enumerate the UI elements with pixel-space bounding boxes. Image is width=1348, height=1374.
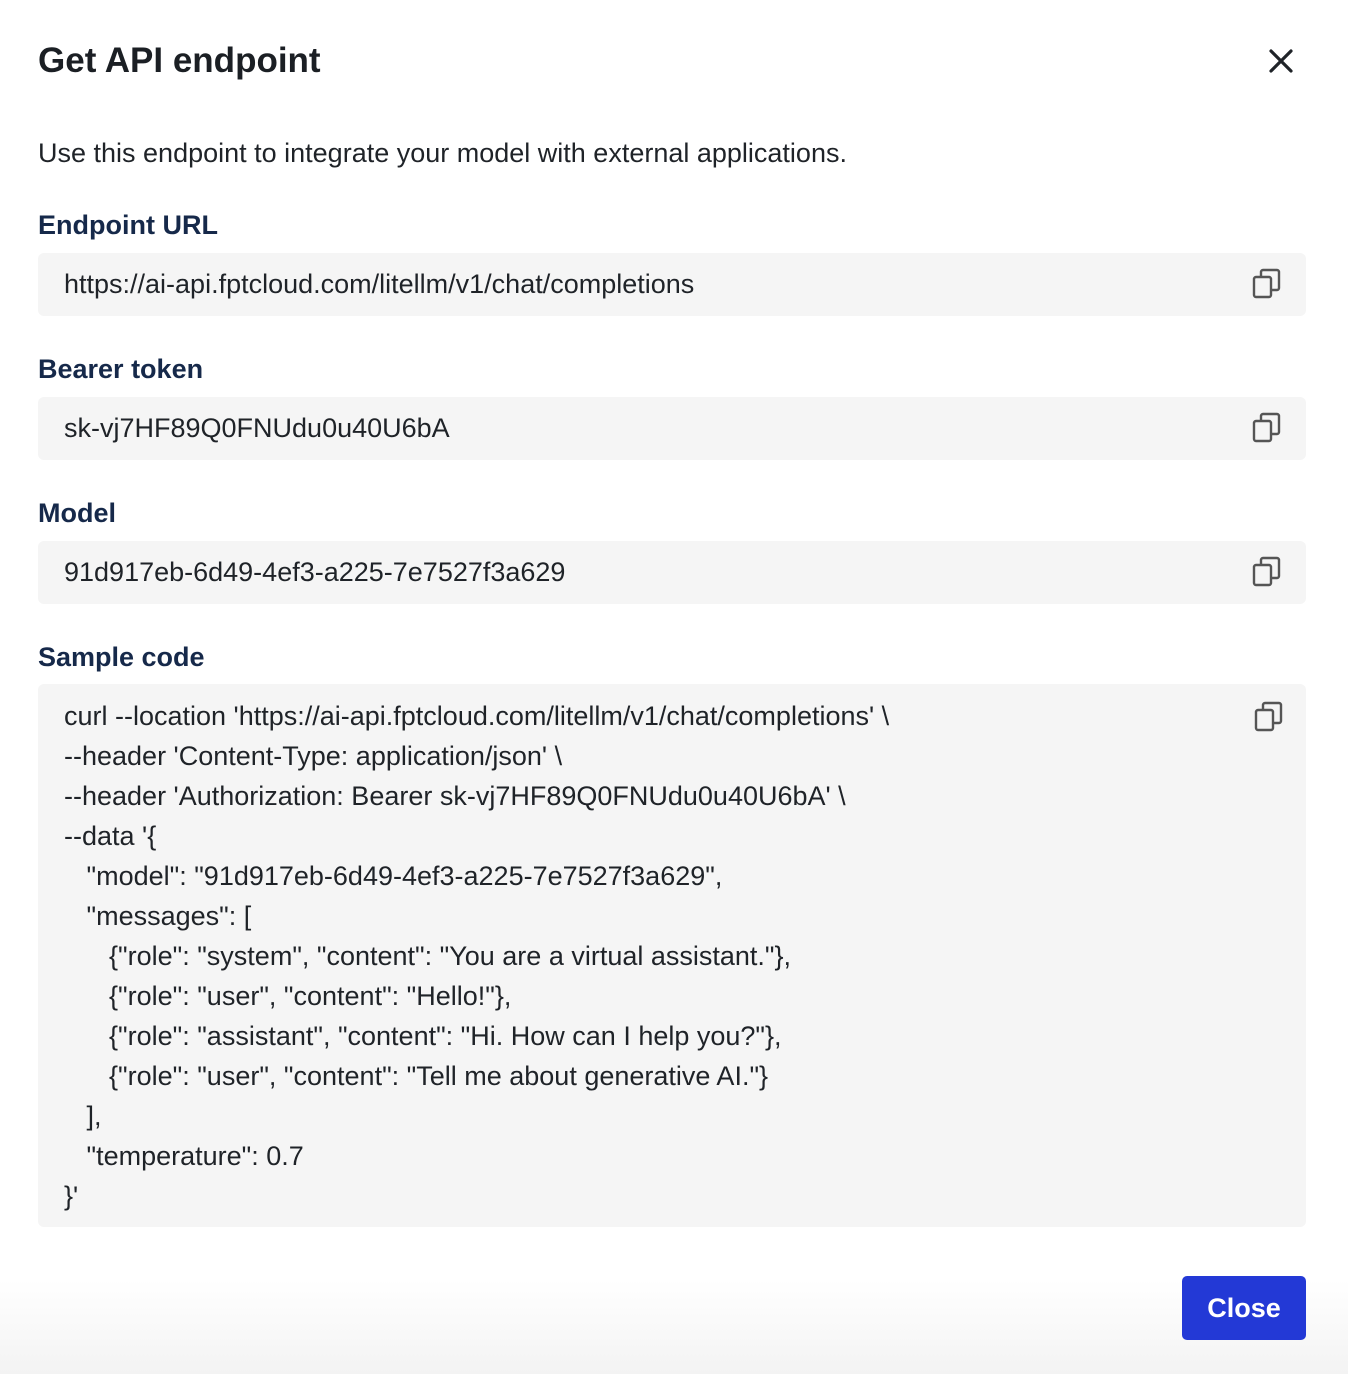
model-field: 91d917eb-6d49-4ef3-a225-7e7527f3a629 bbox=[38, 541, 1306, 604]
code-line: {"role": "system", "content": "You are a… bbox=[64, 941, 792, 971]
endpoint-url-field: https://ai-api.fptcloud.com/litellm/v1/c… bbox=[38, 253, 1306, 316]
code-line: --header 'Content-Type: application/json… bbox=[64, 741, 563, 771]
sample-code-block: curl --location 'https://ai-api.fptcloud… bbox=[38, 684, 1306, 1227]
close-button[interactable]: Close bbox=[1182, 1276, 1306, 1340]
model-value: 91d917eb-6d49-4ef3-a225-7e7527f3a629 bbox=[64, 557, 566, 587]
code-lines: curl --location 'https://ai-api.fptcloud… bbox=[64, 696, 889, 1216]
code-line: {"role": "assistant", "content": "Hi. Ho… bbox=[64, 1021, 782, 1051]
endpoint-url-value: https://ai-api.fptcloud.com/litellm/v1/c… bbox=[64, 269, 695, 299]
close-icon bbox=[1269, 49, 1293, 73]
close-dialog-button[interactable] bbox=[1260, 40, 1302, 82]
code-line: curl --location 'https://ai-api.fptcloud… bbox=[64, 701, 890, 731]
code-line: "messages": [ bbox=[64, 901, 252, 931]
copy-icon bbox=[1252, 556, 1281, 587]
copy-icon bbox=[1252, 268, 1281, 299]
code-line: }' bbox=[64, 1181, 79, 1211]
bearer-token-value: sk-vj7HF89Q0FNUdu0u40U6bA bbox=[64, 413, 450, 443]
code-line: --header 'Authorization: Bearer sk-vj7HF… bbox=[64, 781, 846, 811]
code-line: {"role": "user", "content": "Tell me abo… bbox=[64, 1061, 769, 1091]
endpoint-url-label: Endpoint URL bbox=[38, 210, 218, 240]
copy-icon bbox=[1252, 412, 1281, 443]
dialog-description: Use this endpoint to integrate your mode… bbox=[38, 138, 847, 168]
code-line: "model": "91d917eb-6d49-4ef3-a225-7e7527… bbox=[64, 861, 723, 891]
model-label: Model bbox=[38, 498, 116, 528]
bearer-token-field: sk-vj7HF89Q0FNUdu0u40U6bA bbox=[38, 397, 1306, 460]
dialog-title: Get API endpoint bbox=[38, 41, 321, 80]
copy-sample-code-button[interactable] bbox=[1252, 700, 1286, 734]
copy-bearer-token-button[interactable] bbox=[1250, 411, 1284, 445]
code-line: --data '{ bbox=[64, 821, 157, 851]
code-line: {"role": "user", "content": "Hello!"}, bbox=[64, 981, 512, 1011]
copy-endpoint-url-button[interactable] bbox=[1250, 267, 1284, 301]
bearer-token-label: Bearer token bbox=[38, 354, 204, 384]
code-line: ], bbox=[64, 1101, 102, 1131]
copy-model-button[interactable] bbox=[1250, 555, 1284, 589]
sample-code-label: Sample code bbox=[38, 642, 205, 672]
code-line: "temperature": 0.7 bbox=[64, 1141, 304, 1171]
copy-icon bbox=[1254, 701, 1283, 732]
api-endpoint-dialog: Get API endpoint Use this endpoint to in… bbox=[0, 0, 1348, 1374]
